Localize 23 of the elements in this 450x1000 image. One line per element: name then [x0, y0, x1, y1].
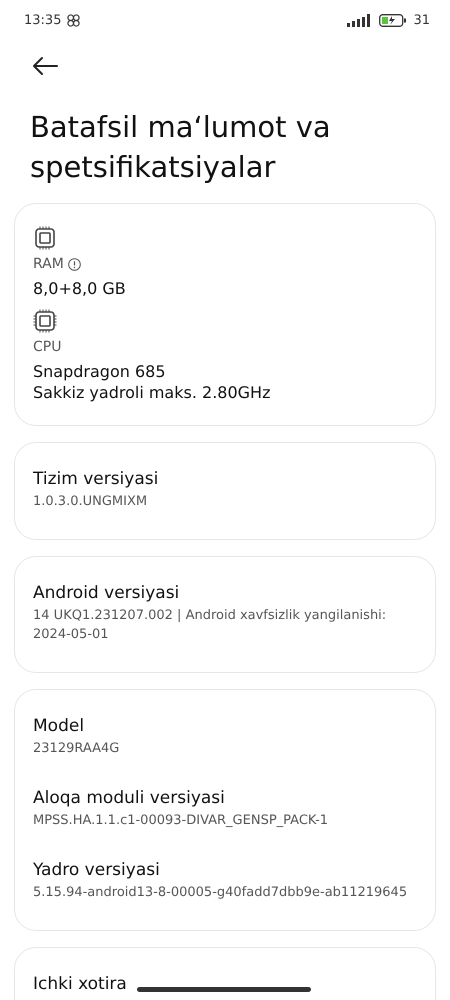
page-title: Batafsil maʻlumot va spetsifikatsiyalar	[30, 109, 332, 186]
field-value: 1.0.3.0.UNGMIXM	[33, 493, 148, 511]
spec-value: 8,0+8,0 GB	[33, 278, 126, 299]
clock: 13:35	[24, 12, 62, 28]
chip-icon	[33, 309, 57, 333]
spec-value: Snapdragon 685 Sakkiz yadroli maks. 2.80GHz	[33, 361, 270, 403]
battery-percent: 31	[413, 12, 430, 28]
battery-icon	[379, 14, 408, 26]
field-label: Model	[33, 716, 84, 736]
field-value: MPSS.HA.1.1.c1-00093-DIVAR_GENSP_PACK-1	[33, 812, 328, 830]
field-value: 14 UKQ1.231207.002 | Android xavfsizlik yangilanishi: 2024-05-01	[33, 607, 388, 644]
field-label: Aloqa moduli versiyasi	[33, 788, 225, 808]
field-label: Android versiyasi	[33, 583, 180, 603]
field-value: 23129RAA4G	[33, 740, 120, 758]
chip-icon	[33, 226, 57, 250]
fan-icon	[67, 14, 80, 26]
spec-label: CPU	[33, 339, 62, 355]
field-value: 5.15.94-android13-8-00005-g40fadd7dbb9e-ab11219645	[33, 884, 408, 902]
field-label: Tizim versiyasi	[33, 469, 158, 489]
spec-label: RAM	[33, 256, 64, 272]
field-label: Yadro versiyasi	[33, 860, 160, 880]
info-icon	[68, 258, 81, 270]
field-label: Ichki xotira	[33, 974, 127, 994]
